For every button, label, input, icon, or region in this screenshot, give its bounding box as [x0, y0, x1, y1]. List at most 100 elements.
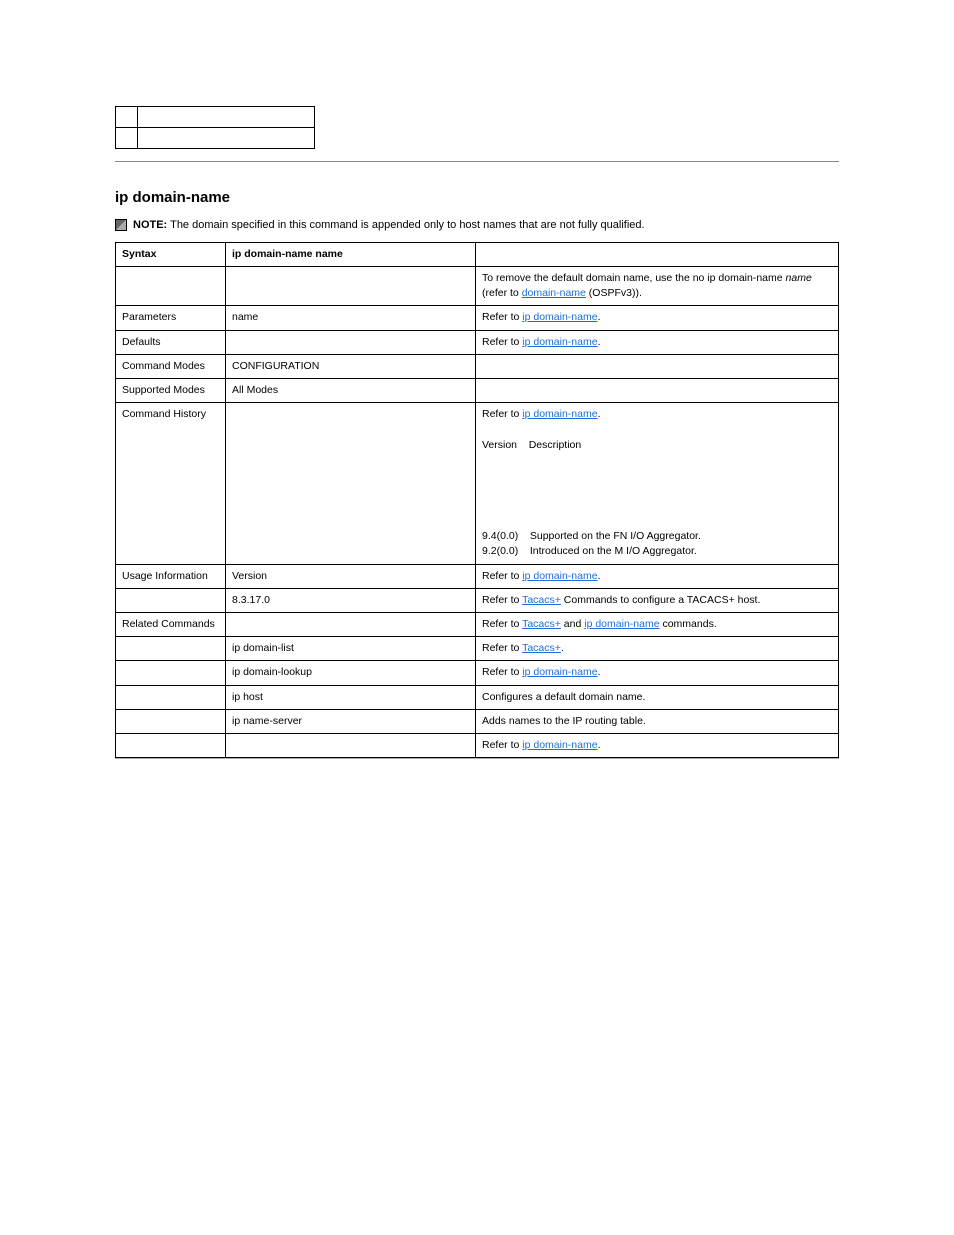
note-icon — [115, 219, 127, 231]
note-body: The domain specified in this command is … — [170, 219, 645, 231]
cell: Configures a default domain name. — [476, 685, 839, 709]
cell: Refer to ip domain-name. — [476, 661, 839, 685]
text: Refer to — [482, 594, 522, 606]
table-row: Usage InformationVersionRefer to ip doma… — [116, 564, 839, 588]
text: Refer to — [482, 618, 522, 630]
text: and — [561, 618, 584, 630]
text: Refer to — [482, 642, 522, 654]
cell — [116, 267, 226, 306]
section-heading: ip domain-name — [115, 188, 839, 208]
table-row: Refer to ip domain-name. — [116, 734, 839, 758]
table-row: Command ModesCONFIGURATION — [116, 354, 839, 378]
cell: All Modes — [226, 379, 476, 403]
cross-ref-link[interactable]: ip domain-name — [522, 408, 597, 420]
text: Refer to — [482, 408, 522, 420]
text: . — [598, 570, 601, 582]
cell: To remove the default domain name, use t… — [476, 267, 839, 306]
cross-ref-link[interactable]: ip domain-name — [522, 739, 597, 751]
cell — [226, 267, 476, 306]
cell: Adds names to the IP routing table. — [476, 709, 839, 733]
main-table: Syntax ip domain-name name To remove the… — [115, 242, 839, 758]
cell — [116, 685, 226, 709]
table-body: To remove the default domain name, use t… — [116, 267, 839, 758]
cell — [226, 403, 476, 564]
cross-ref-link[interactable]: domain-name — [522, 287, 586, 299]
cell: Refer to Tacacs+ Commands to configure a… — [476, 588, 839, 612]
cell: Refer to Tacacs+. — [476, 637, 839, 661]
table-head: Syntax ip domain-name name — [116, 242, 839, 266]
table-row — [116, 128, 315, 149]
extra-block: Version Description 9.4(0.0) Supported o… — [482, 423, 832, 560]
cell — [476, 354, 839, 378]
cell — [116, 709, 226, 733]
cell — [116, 588, 226, 612]
cell — [226, 330, 476, 354]
table-row: ip domain-lookupRefer to ip domain-name. — [116, 661, 839, 685]
cell: ip host — [226, 685, 476, 709]
table-row: Command HistoryRefer to ip domain-name. … — [116, 403, 839, 564]
text: name — [786, 272, 812, 284]
cross-ref-link[interactable]: ip domain-name — [522, 666, 597, 678]
cell — [138, 107, 315, 128]
text: . — [598, 739, 601, 751]
text: Commands to configure a TACACS+ host. — [561, 594, 761, 606]
table-row: ip hostConfigures a default domain name. — [116, 685, 839, 709]
cell: Refer to ip domain-name. — [476, 734, 839, 758]
cross-ref-link[interactable]: ip domain-name — [522, 336, 597, 348]
table-row: Defaults Refer to ip domain-name. — [116, 330, 839, 354]
cell: name — [226, 306, 476, 330]
cell: Refer to ip domain-name. — [476, 306, 839, 330]
table-row: Related Commands Refer to Tacacs+ and ip … — [116, 612, 839, 636]
cell: CONFIGURATION — [226, 354, 476, 378]
cell: Refer to ip domain-name. Version Descrip… — [476, 403, 839, 564]
table-row — [116, 107, 315, 128]
cell — [116, 107, 138, 128]
cell — [116, 734, 226, 758]
divider — [115, 758, 839, 759]
table-row: Supported ModesAll Modes — [116, 379, 839, 403]
text: . — [598, 311, 601, 323]
cell: Version — [226, 564, 476, 588]
cell — [138, 128, 315, 149]
cross-ref-link[interactable]: Tacacs+ — [522, 618, 561, 630]
note-block: NOTE: The domain specified in this comma… — [115, 218, 839, 232]
table-row: ip domain-listRefer to Tacacs+. — [116, 637, 839, 661]
text: (OSPFv3)). — [586, 287, 642, 299]
cell: Command Modes — [116, 354, 226, 378]
cell — [116, 661, 226, 685]
text: To remove the default domain name, use t… — [482, 272, 786, 284]
cell: 8.3.17.0 — [226, 588, 476, 612]
text: (refer to — [482, 287, 522, 299]
cell: Related Commands — [116, 612, 226, 636]
cross-ref-link[interactable]: Tacacs+ — [522, 594, 561, 606]
cross-ref-link[interactable]: ip domain-name — [584, 618, 659, 630]
text: commands. — [660, 618, 717, 630]
cell — [116, 128, 138, 149]
text: Refer to — [482, 336, 522, 348]
table-row: ip name-serverAdds names to the IP routi… — [116, 709, 839, 733]
header-cell: ip domain-name name — [226, 242, 476, 266]
text: . — [598, 336, 601, 348]
top-stub-table — [115, 106, 315, 149]
table-row: Syntax ip domain-name name — [116, 242, 839, 266]
text: . — [598, 408, 601, 420]
text: Refer to — [482, 570, 522, 582]
cell — [476, 379, 839, 403]
cell — [116, 637, 226, 661]
text: Refer to — [482, 311, 522, 323]
header-cell — [476, 242, 839, 266]
note-text: NOTE: The domain specified in this comma… — [133, 218, 645, 232]
header-cell: Syntax — [116, 242, 226, 266]
cross-ref-link[interactable]: ip domain-name — [522, 570, 597, 582]
text: Refer to — [482, 666, 522, 678]
cell: Supported Modes — [116, 379, 226, 403]
cell: ip domain-list — [226, 637, 476, 661]
cell: ip name-server — [226, 709, 476, 733]
cell: Defaults — [116, 330, 226, 354]
table-row: 8.3.17.0Refer to Tacacs+ Commands to con… — [116, 588, 839, 612]
table-row: ParametersnameRefer to ip domain-name. — [116, 306, 839, 330]
cross-ref-link[interactable]: Tacacs+ — [522, 642, 561, 654]
text: Refer to — [482, 739, 522, 751]
cell: ip domain-lookup — [226, 661, 476, 685]
cross-ref-link[interactable]: ip domain-name — [522, 311, 597, 323]
